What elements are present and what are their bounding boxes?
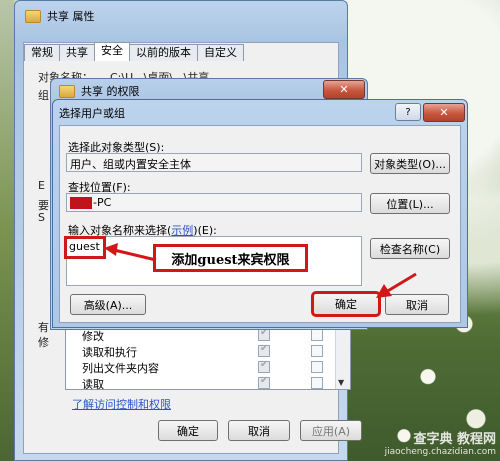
watermark: 查字典 教程网 jiaocheng.chazidian.com: [385, 433, 496, 459]
check-names-button[interactable]: 检查名称(C): [370, 238, 450, 259]
permission-row: 读取 ✔: [82, 375, 332, 391]
location-field: -PC: [66, 193, 362, 212]
permissions-close-button[interactable]: ✕: [323, 80, 365, 99]
allow-checkbox[interactable]: ✔: [258, 359, 270, 373]
advanced-button[interactable]: 高级(A)...: [70, 294, 146, 315]
tab-customize[interactable]: 自定义: [197, 44, 244, 61]
location-value: -PC: [93, 196, 112, 209]
deny-checkbox[interactable]: [311, 377, 323, 389]
redacted-mark: [70, 197, 92, 209]
object-types-button[interactable]: 对象类型(O)...: [370, 153, 450, 174]
folder-icon: [25, 9, 41, 23]
help-icon: ?: [405, 106, 411, 118]
permissions-window-title-text: 共享 的权限: [81, 85, 140, 98]
deny-checkbox[interactable]: [311, 361, 323, 373]
tab-general[interactable]: 常规: [24, 44, 60, 61]
fragment-s: S: [38, 211, 45, 224]
permissions-window-title: 共享 的权限: [59, 82, 140, 100]
select-users-dialog-title: 选择用户或组: [59, 107, 125, 120]
fragment-have: 有: [38, 321, 49, 334]
permission-row: 读取和执行 ✔: [82, 343, 332, 359]
permission-label: 读取和执行: [82, 346, 137, 359]
permission-label: 修改: [82, 330, 104, 343]
tab-previous-versions[interactable]: 以前的版本: [129, 44, 198, 61]
allow-checkbox[interactable]: ✔: [258, 375, 270, 389]
access-control-link[interactable]: 了解访问控制和权限: [72, 396, 171, 412]
properties-tabs: 常规 共享 安全 以前的版本 自定义: [24, 42, 244, 61]
help-button[interactable]: ?: [395, 103, 421, 121]
tab-sharing[interactable]: 共享: [59, 44, 95, 61]
folder-icon: [59, 84, 75, 98]
watermark-line2: jiaocheng.chazidian.com: [384, 447, 496, 457]
dialog-close-button[interactable]: ✕: [423, 103, 465, 122]
properties-cancel-button[interactable]: 取消: [228, 420, 290, 441]
deny-checkbox[interactable]: [311, 329, 323, 341]
properties-window-title-text: 共享 属性: [47, 10, 95, 23]
allow-checkbox[interactable]: ✔: [258, 343, 270, 357]
properties-ok-button[interactable]: 确定: [158, 420, 218, 441]
annotation-callout: 添加guest来宾权限: [153, 244, 308, 272]
allow-checkbox[interactable]: ✔: [258, 327, 270, 341]
close-icon: ✕: [339, 83, 349, 96]
guest-entry[interactable]: guest: [64, 236, 106, 259]
permission-label: 读取: [82, 378, 104, 391]
locations-button[interactable]: 位置(L)...: [370, 193, 450, 214]
deny-checkbox[interactable]: [311, 345, 323, 357]
fragment-e: E: [38, 179, 45, 192]
dialog-ok-button[interactable]: 确定: [311, 291, 381, 317]
properties-window-title: 共享 属性: [25, 6, 95, 26]
object-type-field: 用户、组或内置安全主体: [66, 153, 362, 172]
permission-row: 列出文件夹内容 ✔: [82, 359, 332, 375]
close-icon: ✕: [439, 106, 449, 119]
fragment-modify: 修: [38, 336, 49, 349]
wallpaper-edge: [0, 0, 14, 461]
fragment-group: 组: [38, 89, 49, 102]
scroll-down-icon[interactable]: ▼: [338, 378, 344, 387]
watermark-line1: 查字典 教程网: [413, 432, 496, 447]
permission-label: 列出文件夹内容: [82, 362, 159, 375]
tab-security[interactable]: 安全: [94, 42, 130, 61]
dialog-cancel-button[interactable]: 取消: [385, 294, 449, 315]
properties-apply-button[interactable]: 应用(A): [300, 420, 362, 441]
